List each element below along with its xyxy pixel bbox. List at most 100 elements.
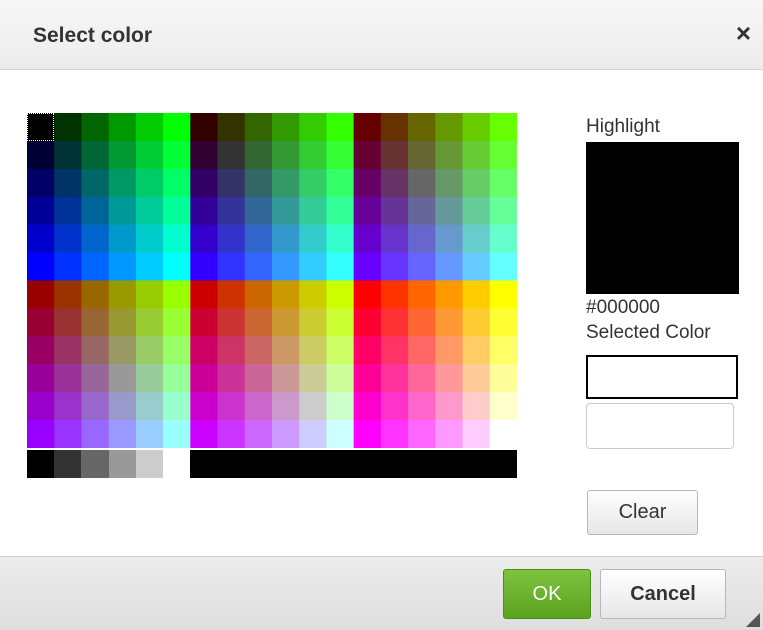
color-cell[interactable] (135, 113, 164, 142)
color-cell[interactable] (299, 336, 328, 365)
color-cell[interactable] (462, 420, 491, 448)
color-cell[interactable] (135, 280, 164, 310)
color-cell[interactable] (299, 140, 328, 170)
color-cell[interactable] (489, 140, 517, 170)
color-cell[interactable] (489, 280, 517, 310)
color-cell[interactable] (462, 168, 491, 198)
color-cell[interactable] (299, 420, 328, 448)
color-cell[interactable] (54, 252, 83, 282)
color-cell[interactable] (299, 364, 328, 393)
color-cell[interactable] (353, 140, 382, 170)
color-cell[interactable] (272, 336, 300, 365)
ok-button[interactable]: OK (503, 569, 591, 619)
color-cell[interactable] (54, 392, 83, 421)
color-cell[interactable] (217, 196, 246, 226)
color-cell[interactable] (54, 280, 83, 310)
color-cell[interactable] (408, 308, 436, 337)
color-cell[interactable] (108, 140, 137, 170)
color-cell[interactable] (326, 392, 355, 421)
color-cell[interactable] (462, 392, 491, 421)
color-cell[interactable] (217, 308, 246, 337)
color-cell[interactable] (244, 113, 273, 142)
color-cell[interactable] (272, 364, 300, 393)
color-cell[interactable] (326, 308, 355, 337)
color-cell[interactable] (54, 336, 83, 365)
color-cell[interactable] (408, 280, 436, 310)
color-cell[interactable] (326, 280, 355, 310)
color-cell[interactable] (272, 392, 300, 421)
color-cell[interactable] (435, 392, 464, 421)
gray-cell[interactable] (135, 450, 164, 478)
color-cell[interactable] (163, 168, 191, 198)
color-cell[interactable] (489, 224, 517, 254)
color-cell[interactable] (408, 364, 436, 393)
gray-cell[interactable] (163, 450, 191, 478)
color-cell[interactable] (380, 224, 409, 254)
color-cell[interactable] (489, 392, 517, 421)
color-cell[interactable] (81, 336, 110, 365)
color-cell[interactable] (163, 336, 191, 365)
color-cell[interactable] (81, 308, 110, 337)
color-cell[interactable] (435, 168, 464, 198)
color-cell[interactable] (380, 280, 409, 310)
color-cell[interactable] (190, 280, 219, 310)
color-cell[interactable] (462, 308, 491, 337)
color-cell[interactable] (435, 252, 464, 282)
color-cell[interactable] (81, 113, 110, 142)
color-cell[interactable] (326, 196, 355, 226)
color-cell[interactable] (408, 224, 436, 254)
color-cell[interactable] (353, 308, 382, 337)
color-cell[interactable] (135, 252, 164, 282)
color-cell[interactable] (27, 280, 55, 310)
color-cell[interactable] (462, 224, 491, 254)
clear-button[interactable]: Clear (587, 490, 698, 535)
color-cell[interactable] (462, 252, 491, 282)
color-cell[interactable] (54, 364, 83, 393)
color-cell[interactable] (408, 168, 436, 198)
color-cell[interactable] (272, 308, 300, 337)
color-cell[interactable] (272, 420, 300, 448)
color-cell[interactable] (27, 224, 55, 254)
color-cell[interactable] (217, 113, 246, 142)
color-cell[interactable] (244, 224, 273, 254)
color-cell[interactable] (81, 224, 110, 254)
color-cell[interactable] (81, 252, 110, 282)
color-cell[interactable] (108, 252, 137, 282)
color-cell[interactable] (380, 140, 409, 170)
color-cell[interactable] (353, 113, 382, 142)
color-cell[interactable] (81, 140, 110, 170)
color-cell[interactable] (190, 364, 219, 393)
color-cell[interactable] (326, 168, 355, 198)
color-cell[interactable] (163, 392, 191, 421)
color-cell[interactable] (217, 168, 246, 198)
color-cell[interactable] (299, 196, 328, 226)
color-cell[interactable] (380, 196, 409, 226)
color-cell[interactable] (54, 420, 83, 448)
color-cell[interactable] (190, 252, 219, 282)
color-cell[interactable] (272, 252, 300, 282)
color-cell[interactable] (353, 392, 382, 421)
color-cell[interactable] (489, 420, 517, 448)
color-cell[interactable] (190, 308, 219, 337)
color-cell[interactable] (27, 252, 55, 282)
color-cell[interactable] (353, 224, 382, 254)
color-cell[interactable] (435, 336, 464, 365)
color-cell[interactable] (244, 140, 273, 170)
color-cell[interactable] (163, 280, 191, 310)
color-cell[interactable] (244, 420, 273, 448)
color-cell[interactable] (108, 364, 137, 393)
color-cell[interactable] (326, 140, 355, 170)
color-cell[interactable] (27, 392, 55, 421)
color-cell[interactable] (27, 168, 55, 198)
color-cell[interactable] (435, 224, 464, 254)
color-cell[interactable] (462, 140, 491, 170)
color-cell[interactable] (462, 196, 491, 226)
color-cell[interactable] (190, 336, 219, 365)
color-cell[interactable] (353, 196, 382, 226)
color-cell[interactable] (489, 308, 517, 337)
color-cell[interactable] (380, 392, 409, 421)
color-palette-grid[interactable] (27, 113, 517, 448)
color-cell[interactable] (462, 364, 491, 393)
color-cell[interactable] (190, 420, 219, 448)
gray-cell[interactable] (27, 450, 55, 478)
